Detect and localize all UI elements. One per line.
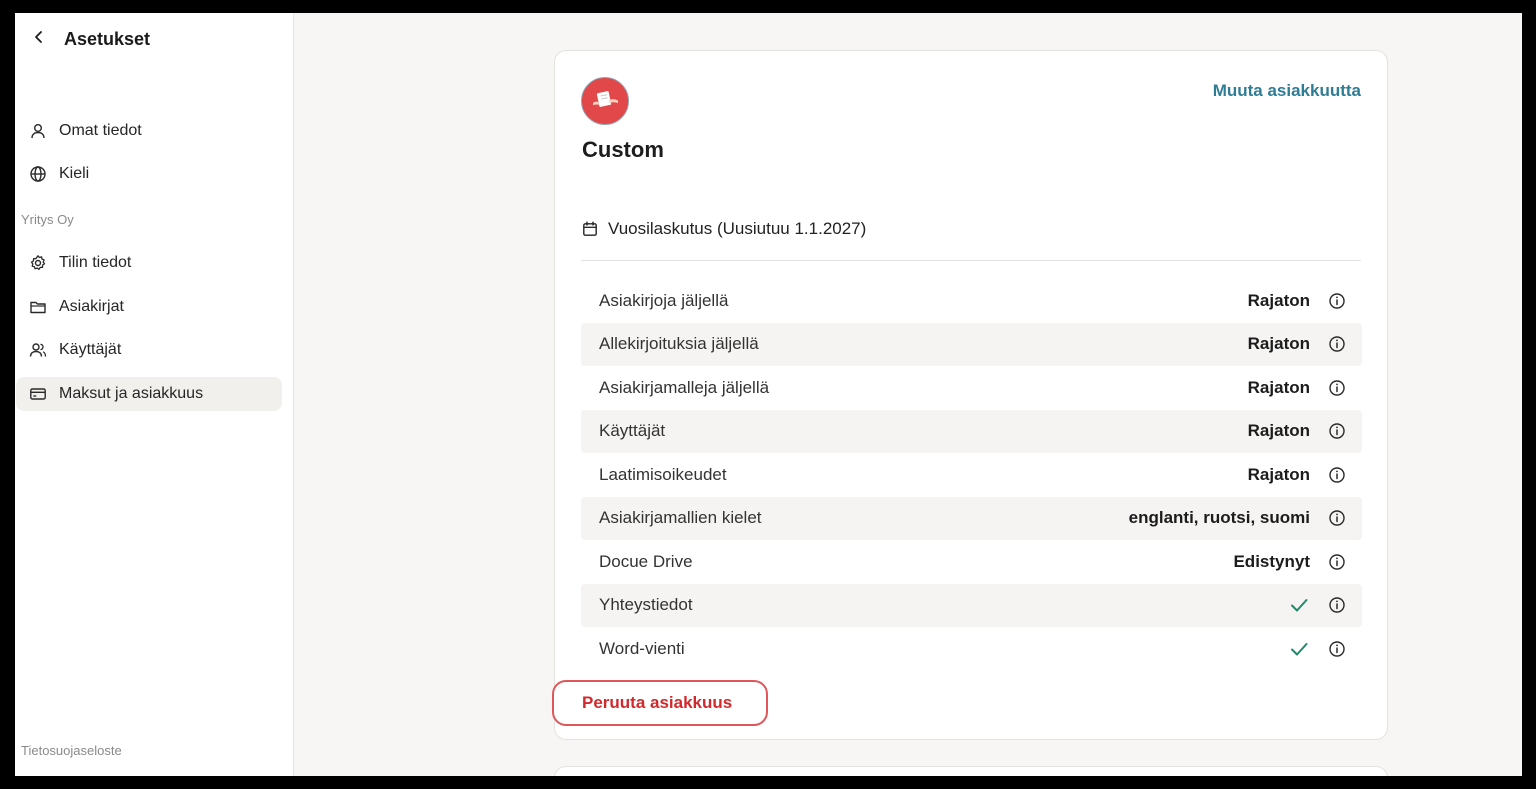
feature-value: Rajaton — [1247, 464, 1310, 484]
app-window: Asetukset Omat tiedot Kieli Yritys Oy Ti… — [15, 13, 1522, 776]
feature-value: Rajaton — [1247, 290, 1310, 310]
sidebar-item-omat-tiedot[interactable]: Omat tiedot — [16, 114, 282, 148]
info-icon[interactable] — [1327, 639, 1347, 659]
feature-row: Laatimisoikeudet Rajaton — [581, 453, 1362, 497]
feature-row: Yhteystiedot — [581, 583, 1362, 627]
sidebar: Asetukset Omat tiedot Kieli Yritys Oy Ti… — [15, 13, 294, 776]
feature-value: Edistynyt — [1233, 551, 1310, 571]
folder-icon — [28, 297, 48, 317]
feature-label: Asiakirjamallien kielet — [599, 508, 762, 528]
feature-row: Asiakirjoja jäljellä Rajaton — [581, 279, 1362, 323]
check-icon — [1288, 638, 1310, 660]
feature-value: Rajaton — [1247, 377, 1310, 397]
billing-info: Vuosilaskutus (Uusiutuu 1.1.2027) — [581, 219, 866, 239]
sidebar-item-kayttajat[interactable]: Käyttäjät — [16, 333, 282, 367]
sidebar-item-kieli[interactable]: Kieli — [16, 157, 282, 191]
feature-row: Allekirjoituksia jäljellä Rajaton — [581, 322, 1362, 366]
feature-row: Asiakirjamallien kielet englanti, ruotsi… — [581, 496, 1362, 540]
feature-value: Rajaton — [1247, 421, 1310, 441]
billing-text: Vuosilaskutus (Uusiutuu 1.1.2027) — [608, 219, 867, 238]
plan-avatar — [581, 77, 629, 125]
feature-row: Käyttäjät Rajaton — [581, 409, 1362, 453]
feature-label: Word-vienti — [599, 638, 685, 658]
info-icon[interactable] — [1327, 334, 1347, 354]
chevron-left-icon — [32, 30, 46, 49]
sidebar-item-label: Käyttäjät — [59, 341, 122, 358]
plan-card: Custom Muuta asiakkuutta Vuosilaskutus (… — [552, 50, 1388, 740]
info-icon[interactable] — [1327, 552, 1347, 572]
info-icon[interactable] — [1327, 595, 1347, 615]
info-icon[interactable] — [1327, 291, 1347, 311]
company-section-label: Yritys Oy — [21, 212, 74, 227]
info-icon[interactable] — [1327, 421, 1347, 441]
sidebar-item-label: Kieli — [59, 165, 90, 182]
divider — [581, 260, 1361, 261]
feature-row: Word-vienti — [581, 627, 1362, 671]
secondary-card — [554, 766, 1388, 776]
feature-row: Docue Drive Edistynyt — [581, 540, 1362, 584]
sidebar-item-maksut-ja-asiakkuus[interactable]: Maksut ja asiakkuus — [16, 377, 282, 411]
sidebar-item-label: Maksut ja asiakkuus — [59, 385, 204, 402]
feature-label: Käyttäjät — [599, 421, 666, 441]
feature-label: Yhteystiedot — [599, 595, 693, 615]
info-icon[interactable] — [1327, 465, 1347, 485]
settings-header: Asetukset — [29, 27, 150, 51]
sidebar-item-tilin-tiedot[interactable]: Tilin tiedot — [16, 246, 282, 280]
faded-footer-text: ⋯ — [21, 769, 34, 776]
users-icon — [28, 340, 48, 360]
feature-row: Asiakirjamalleja jäljellä Rajaton — [581, 366, 1362, 410]
back-button[interactable] — [29, 29, 49, 49]
feature-list: Asiakirjoja jäljellä Rajaton Allekirjoit… — [581, 279, 1362, 671]
sidebar-item-asiakirjat[interactable]: Asiakirjat — [16, 290, 282, 324]
settings-title: Asetukset — [64, 28, 151, 49]
plan-name: Custom — [582, 137, 664, 162]
feature-label: Asiakirjamalleja jäljellä — [599, 377, 770, 397]
change-plan-link[interactable]: Muuta asiakkuutta — [1213, 81, 1361, 101]
globe-icon — [28, 164, 48, 184]
feature-label: Asiakirjoja jäljellä — [599, 290, 729, 310]
info-icon[interactable] — [1327, 378, 1347, 398]
feature-label: Docue Drive — [599, 551, 693, 571]
sidebar-item-label: Tilin tiedot — [59, 254, 132, 271]
feature-label: Laatimisoikeudet — [599, 464, 727, 484]
feature-label: Allekirjoituksia jäljellä — [599, 334, 759, 354]
info-icon[interactable] — [1327, 508, 1347, 528]
feature-value: Rajaton — [1247, 334, 1310, 354]
cancel-plan-button[interactable]: Peruuta asiakkuus — [552, 680, 768, 726]
check-icon — [1288, 594, 1310, 616]
feature-value: englanti, ruotsi, suomi — [1128, 508, 1310, 528]
handshake-document-icon — [585, 79, 625, 124]
calendar-icon — [581, 220, 599, 238]
user-icon — [28, 121, 48, 141]
sidebar-item-label: Asiakirjat — [59, 298, 124, 315]
sidebar-item-label: Omat tiedot — [59, 122, 142, 139]
credit-card-icon — [28, 384, 48, 404]
privacy-policy-link[interactable]: Tietosuojaseloste — [21, 743, 122, 758]
gear-icon — [28, 253, 48, 273]
